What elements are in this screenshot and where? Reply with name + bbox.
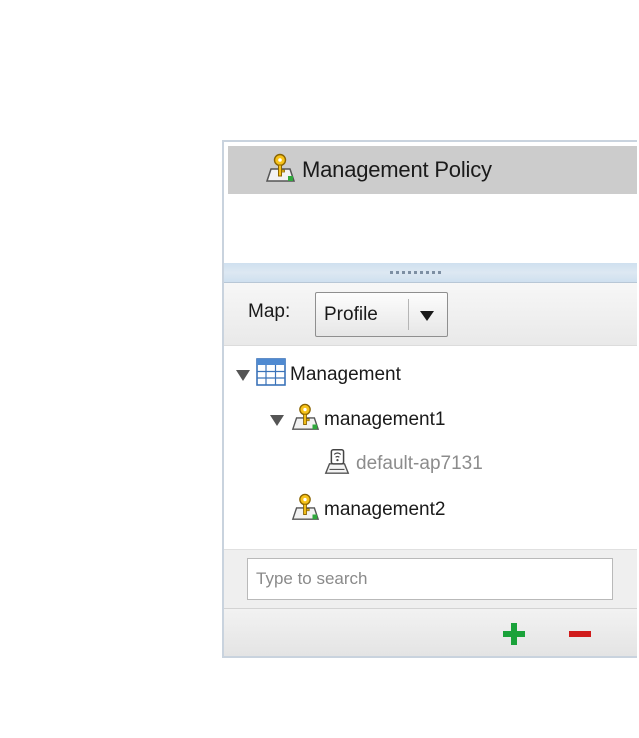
tree-node-default-ap7131[interactable]: default-ap7131 bbox=[322, 446, 483, 482]
key-policy-icon bbox=[264, 152, 296, 189]
tree-node-label: management2 bbox=[324, 499, 446, 520]
profile-tree: Management management1 default-ap7131 ma… bbox=[224, 346, 637, 548]
map-select-value: Profile bbox=[324, 304, 378, 325]
action-toolbar bbox=[224, 608, 637, 656]
policy-list-item-label: Management Policy bbox=[302, 157, 492, 182]
key-policy-icon bbox=[290, 492, 320, 528]
plus-icon[interactable] bbox=[503, 623, 525, 645]
key-policy-icon bbox=[290, 402, 320, 438]
chevron-down-icon[interactable] bbox=[420, 311, 434, 321]
policy-list-item-management-policy[interactable]: Management Policy bbox=[228, 146, 637, 194]
tree-node-management2[interactable]: management2 bbox=[290, 492, 445, 528]
tree-node-management1[interactable]: management1 bbox=[270, 402, 445, 438]
search-input[interactable] bbox=[247, 558, 613, 600]
splitter-grip bbox=[390, 271, 441, 274]
expand-triangle-icon[interactable] bbox=[270, 414, 284, 426]
tree-node-management[interactable]: Management bbox=[236, 358, 401, 392]
access-point-device-icon bbox=[322, 446, 352, 482]
map-toolbar: Map: Profile bbox=[224, 283, 637, 346]
tree-node-label: management1 bbox=[324, 409, 446, 430]
tree-node-label: Management bbox=[290, 364, 401, 385]
expand-triangle-icon[interactable] bbox=[236, 369, 250, 381]
map-select[interactable]: Profile bbox=[315, 292, 448, 337]
tree-node-label: default-ap7131 bbox=[356, 453, 483, 474]
pane-splitter[interactable] bbox=[224, 263, 637, 283]
policy-list: Management Policy bbox=[224, 142, 637, 264]
map-label: Map: bbox=[248, 301, 291, 322]
policy-panel: Management Policy Map: Profile Managemen… bbox=[222, 140, 637, 658]
table-grid-icon bbox=[256, 358, 286, 392]
search-bar bbox=[224, 549, 637, 608]
minus-icon[interactable] bbox=[569, 623, 591, 645]
map-select-divider bbox=[408, 299, 409, 330]
